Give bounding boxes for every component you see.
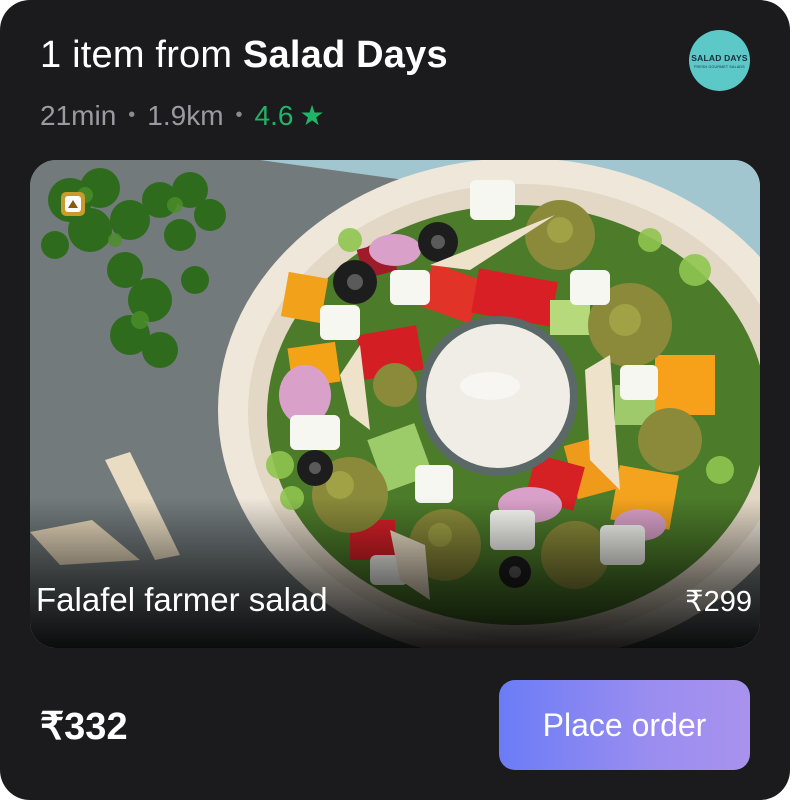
restaurant-meta: 21min • 1.9km • 4.6 ★ [40, 99, 325, 132]
food-image[interactable]: Falafel farmer salad ₹299 [30, 160, 760, 648]
separator-dot: • [128, 104, 136, 126]
order-summary-card: 1 item from Salad Days 21min • 1.9km • 4… [0, 0, 790, 800]
item-price: ₹299 [685, 586, 752, 618]
veg-badge-icon [61, 192, 85, 216]
distance-text: 1.9km [147, 99, 224, 131]
order-title: 1 item from Salad Days [40, 34, 448, 77]
restaurant-logo[interactable]: SALAD DAYS FRESH GOURMET SALADS [689, 30, 750, 91]
order-total: ₹332 [40, 706, 128, 748]
image-gradient-overlay [30, 498, 760, 648]
eta-text: 21min [40, 99, 117, 131]
logo-text: SALAD DAYS [691, 52, 748, 63]
title-prefix: 1 item from [40, 34, 233, 76]
star-icon: ★ [299, 100, 325, 131]
rating-value: 4.6 [254, 99, 294, 131]
place-order-button[interactable]: Place order [499, 680, 750, 770]
triangle-veg-icon [68, 199, 78, 208]
separator-dot: • [235, 104, 243, 126]
logo-tagline: FRESH GOURMET SALADS [694, 64, 745, 69]
item-name: Falafel farmer salad [36, 581, 328, 618]
restaurant-name[interactable]: Salad Days [243, 34, 448, 76]
